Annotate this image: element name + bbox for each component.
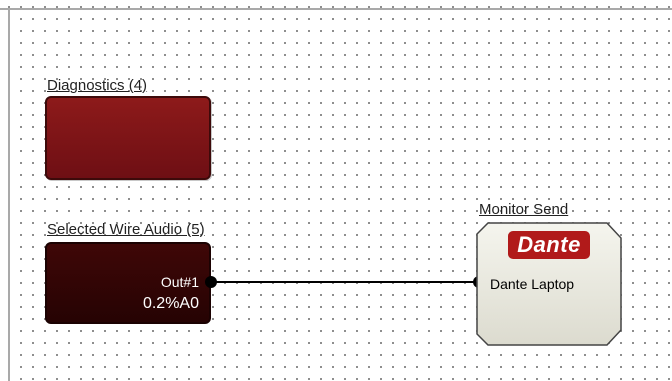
canvas-border-left [8, 8, 10, 381]
selected-wire-audio-label: Selected Wire Audio (5) [47, 221, 205, 238]
selected-wire-audio-block[interactable]: Out#1 0.2%A0 [45, 242, 211, 324]
monitor-send-label: Monitor Send [479, 201, 569, 218]
dante-logo: Dante [508, 231, 590, 259]
canvas-border-top [0, 8, 672, 10]
monitor-send-block[interactable]: Dante Dante Laptop [476, 222, 622, 346]
output-port-icon[interactable] [205, 276, 217, 288]
dante-device-name: Dante Laptop [490, 276, 575, 292]
output-level-value: 0.2%A0 [142, 295, 199, 312]
audio-wire[interactable] [211, 281, 479, 283]
output-label: Out#1 [160, 274, 199, 290]
diagnostics-label: Diagnostics (4) [47, 77, 148, 94]
diagnostics-block[interactable] [45, 96, 211, 180]
design-canvas[interactable]: Diagnostics (4) Selected Wire Audio (5) … [0, 0, 672, 381]
